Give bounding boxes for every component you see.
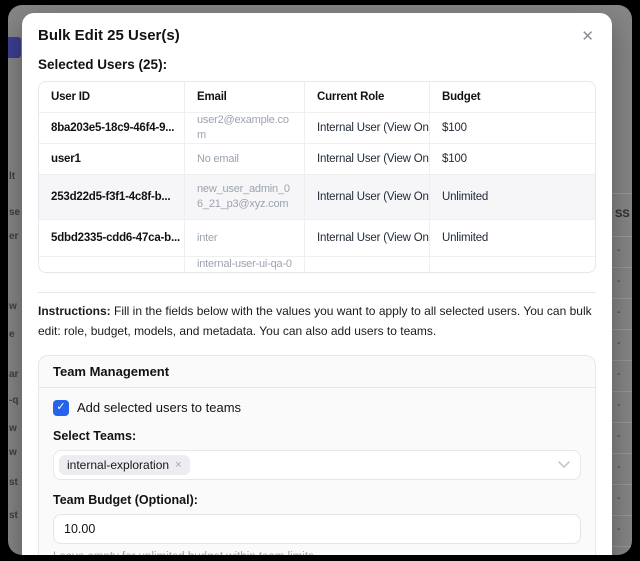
select-teams-input[interactable]: internal-exploration × — [53, 450, 581, 480]
table-cell-role: Internal User (View Only) — [304, 175, 429, 219]
table-cell-role: Internal User (View Only) — [304, 144, 429, 174]
background-cell: - — [612, 237, 632, 268]
background-text-fragment: er — [9, 231, 22, 242]
team-tag-label: internal-exploration — [67, 458, 169, 472]
table-cell-user_id: 5dbd2335-cdd6-47ca-b... — [39, 220, 184, 256]
table-header-row: User ID Email Current Role Budget — [39, 82, 595, 112]
background-text-fragment: w — [9, 301, 22, 312]
table-cell-budget: $100 — [429, 144, 595, 174]
remove-tag-icon[interactable]: × — [175, 459, 181, 471]
background-text-fragment: st — [9, 510, 22, 521]
background-cell: - — [612, 361, 632, 392]
table-cell-user_id: user1 — [39, 144, 184, 174]
dimmed-page-backdrop: ltseerwear-qwwstst SS ---------- Bulk Ed… — [8, 5, 632, 555]
background-text-fragment: se — [9, 207, 22, 218]
team-budget-label: Team Budget (Optional): — [53, 493, 581, 507]
checkbox-label: Add selected users to teams — [77, 400, 241, 415]
table-cell-user_id: 253d22d5-f3f1-4c8f-b... — [39, 175, 184, 219]
background-left-fragments: lt se er w e ar -q w w st st — [8, 5, 22, 555]
background-right-rows: ---------- — [612, 237, 632, 547]
table-cell-email: inter — [184, 220, 304, 256]
background-right-column: SS ---------- — [612, 5, 632, 555]
table-cell-role: Internal User (View Only) — [304, 113, 429, 143]
table-cell-email: new_user_admin_06_21_p3@xyz.com — [184, 175, 304, 219]
background-text-fragment: w — [9, 423, 22, 434]
table-cell-budget: $100 — [429, 113, 595, 143]
modal-title: Bulk Edit 25 User(s) — [38, 27, 596, 44]
background-text-fragment: -q — [9, 395, 22, 406]
table-cell-user_id — [39, 257, 184, 273]
table-cell-role: Internal User (View Only) — [304, 220, 429, 256]
table-cell-role — [304, 257, 429, 273]
background-cell: - — [612, 299, 632, 330]
table-row: 5dbd2335-cdd6-47ca-b...interInternal Use… — [39, 219, 595, 256]
table-cell-user_id: 8ba203e5-18c9-46f4-9... — [39, 113, 184, 143]
background-text-fragment: e — [9, 329, 22, 340]
select-teams-label: Select Teams: — [53, 429, 581, 443]
background-column-header: SS — [612, 193, 632, 237]
budget-helper-text: Leave empty for unlimited budget within … — [53, 551, 581, 555]
background-cell: - — [612, 485, 632, 516]
background-cell: - — [612, 392, 632, 423]
column-header-current-role: Current Role — [304, 82, 429, 112]
column-header-email: Email — [184, 82, 304, 112]
divider — [38, 292, 596, 293]
team-management-card: Team Management ✓ Add selected users to … — [38, 355, 596, 555]
background-cell: - — [612, 268, 632, 299]
table-cell-email: user2@example.com — [184, 113, 304, 143]
background-text-fragment: st — [9, 477, 22, 488]
instructions-label: Instructions: — [38, 304, 111, 318]
background-text-fragment: ar — [9, 369, 22, 380]
background-cell: - — [612, 516, 632, 547]
table-row: 253d22d5-f3f1-4c8f-b...new_user_admin_06… — [39, 174, 595, 219]
background-cell: - — [612, 454, 632, 485]
background-cell: - — [612, 330, 632, 361]
table-cell-email: internal-user-ui-qa-06-28- — [184, 257, 304, 273]
background-cell: - — [612, 423, 632, 454]
instructions-text: Instructions: Fill in the fields below w… — [38, 302, 596, 342]
table-row: internal-user-ui-qa-06-28- — [39, 256, 595, 273]
checkbox-checked-icon[interactable]: ✓ — [53, 400, 69, 416]
table-cell-budget: Unlimited — [429, 175, 595, 219]
table-row: user1No emailInternal User (View Only)$1… — [39, 143, 595, 174]
team-budget-input[interactable] — [53, 514, 581, 544]
background-nav-item-highlight — [8, 37, 21, 58]
selected-users-table-body: 8ba203e5-18c9-46f4-9...user2@example.com… — [39, 112, 595, 273]
column-header-budget: Budget — [429, 82, 595, 112]
close-icon[interactable]: ✕ — [581, 29, 594, 44]
team-management-title: Team Management — [39, 356, 595, 388]
selected-users-table[interactable]: User ID Email Current Role Budget 8ba203… — [38, 81, 596, 273]
team-tag: internal-exploration × — [59, 455, 190, 475]
background-text-fragment: w — [9, 447, 22, 458]
table-row: 8ba203e5-18c9-46f4-9...user2@example.com… — [39, 112, 595, 143]
background-text-fragment: lt — [9, 171, 22, 182]
table-cell-budget — [429, 257, 595, 273]
chevron-down-icon[interactable] — [558, 461, 570, 469]
selected-users-label: Selected Users (25): — [38, 57, 596, 72]
table-cell-email: No email — [184, 144, 304, 174]
table-cell-budget: Unlimited — [429, 220, 595, 256]
bulk-edit-modal: Bulk Edit 25 User(s) ✕ Selected Users (2… — [22, 13, 612, 555]
add-users-to-teams-checkbox-row[interactable]: ✓ Add selected users to teams — [53, 400, 581, 416]
column-header-user-id: User ID — [39, 82, 184, 112]
